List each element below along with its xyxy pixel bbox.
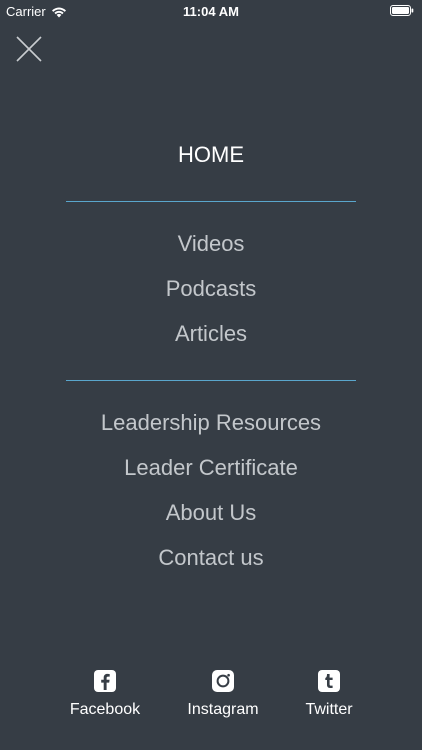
close-button[interactable] bbox=[14, 34, 44, 64]
instagram-icon bbox=[212, 670, 234, 692]
menu-item-leadership-resources[interactable]: Leadership Resources bbox=[0, 409, 422, 437]
facebook-link[interactable]: Facebook bbox=[65, 669, 145, 719]
menu-item-articles[interactable]: Articles bbox=[0, 320, 422, 348]
menu-item-home[interactable]: HOME bbox=[0, 141, 422, 169]
status-bar: Carrier 11:04 AM bbox=[0, 0, 422, 22]
facebook-label: Facebook bbox=[69, 701, 141, 718]
close-icon bbox=[16, 36, 42, 62]
status-time: 11:04 AM bbox=[183, 4, 239, 19]
tumblr-icon bbox=[318, 670, 340, 692]
menu-item-contact-us[interactable]: Contact us bbox=[0, 544, 422, 572]
menu-item-podcasts[interactable]: Podcasts bbox=[0, 275, 422, 303]
instagram-link[interactable]: Instagram bbox=[183, 669, 263, 719]
facebook-icon bbox=[94, 670, 116, 692]
instagram-label: Instagram bbox=[187, 701, 259, 718]
battery-icon bbox=[390, 5, 414, 16]
menu-divider-2 bbox=[66, 380, 356, 381]
menu-item-about-us[interactable]: About Us bbox=[0, 499, 422, 527]
menu-item-leader-certificate[interactable]: Leader Certificate bbox=[0, 454, 422, 482]
menu-item-videos[interactable]: Videos bbox=[0, 230, 422, 258]
menu-divider-1 bbox=[66, 201, 356, 202]
twitter-label: Twitter bbox=[305, 701, 353, 718]
twitter-link[interactable]: Twitter bbox=[294, 669, 364, 719]
